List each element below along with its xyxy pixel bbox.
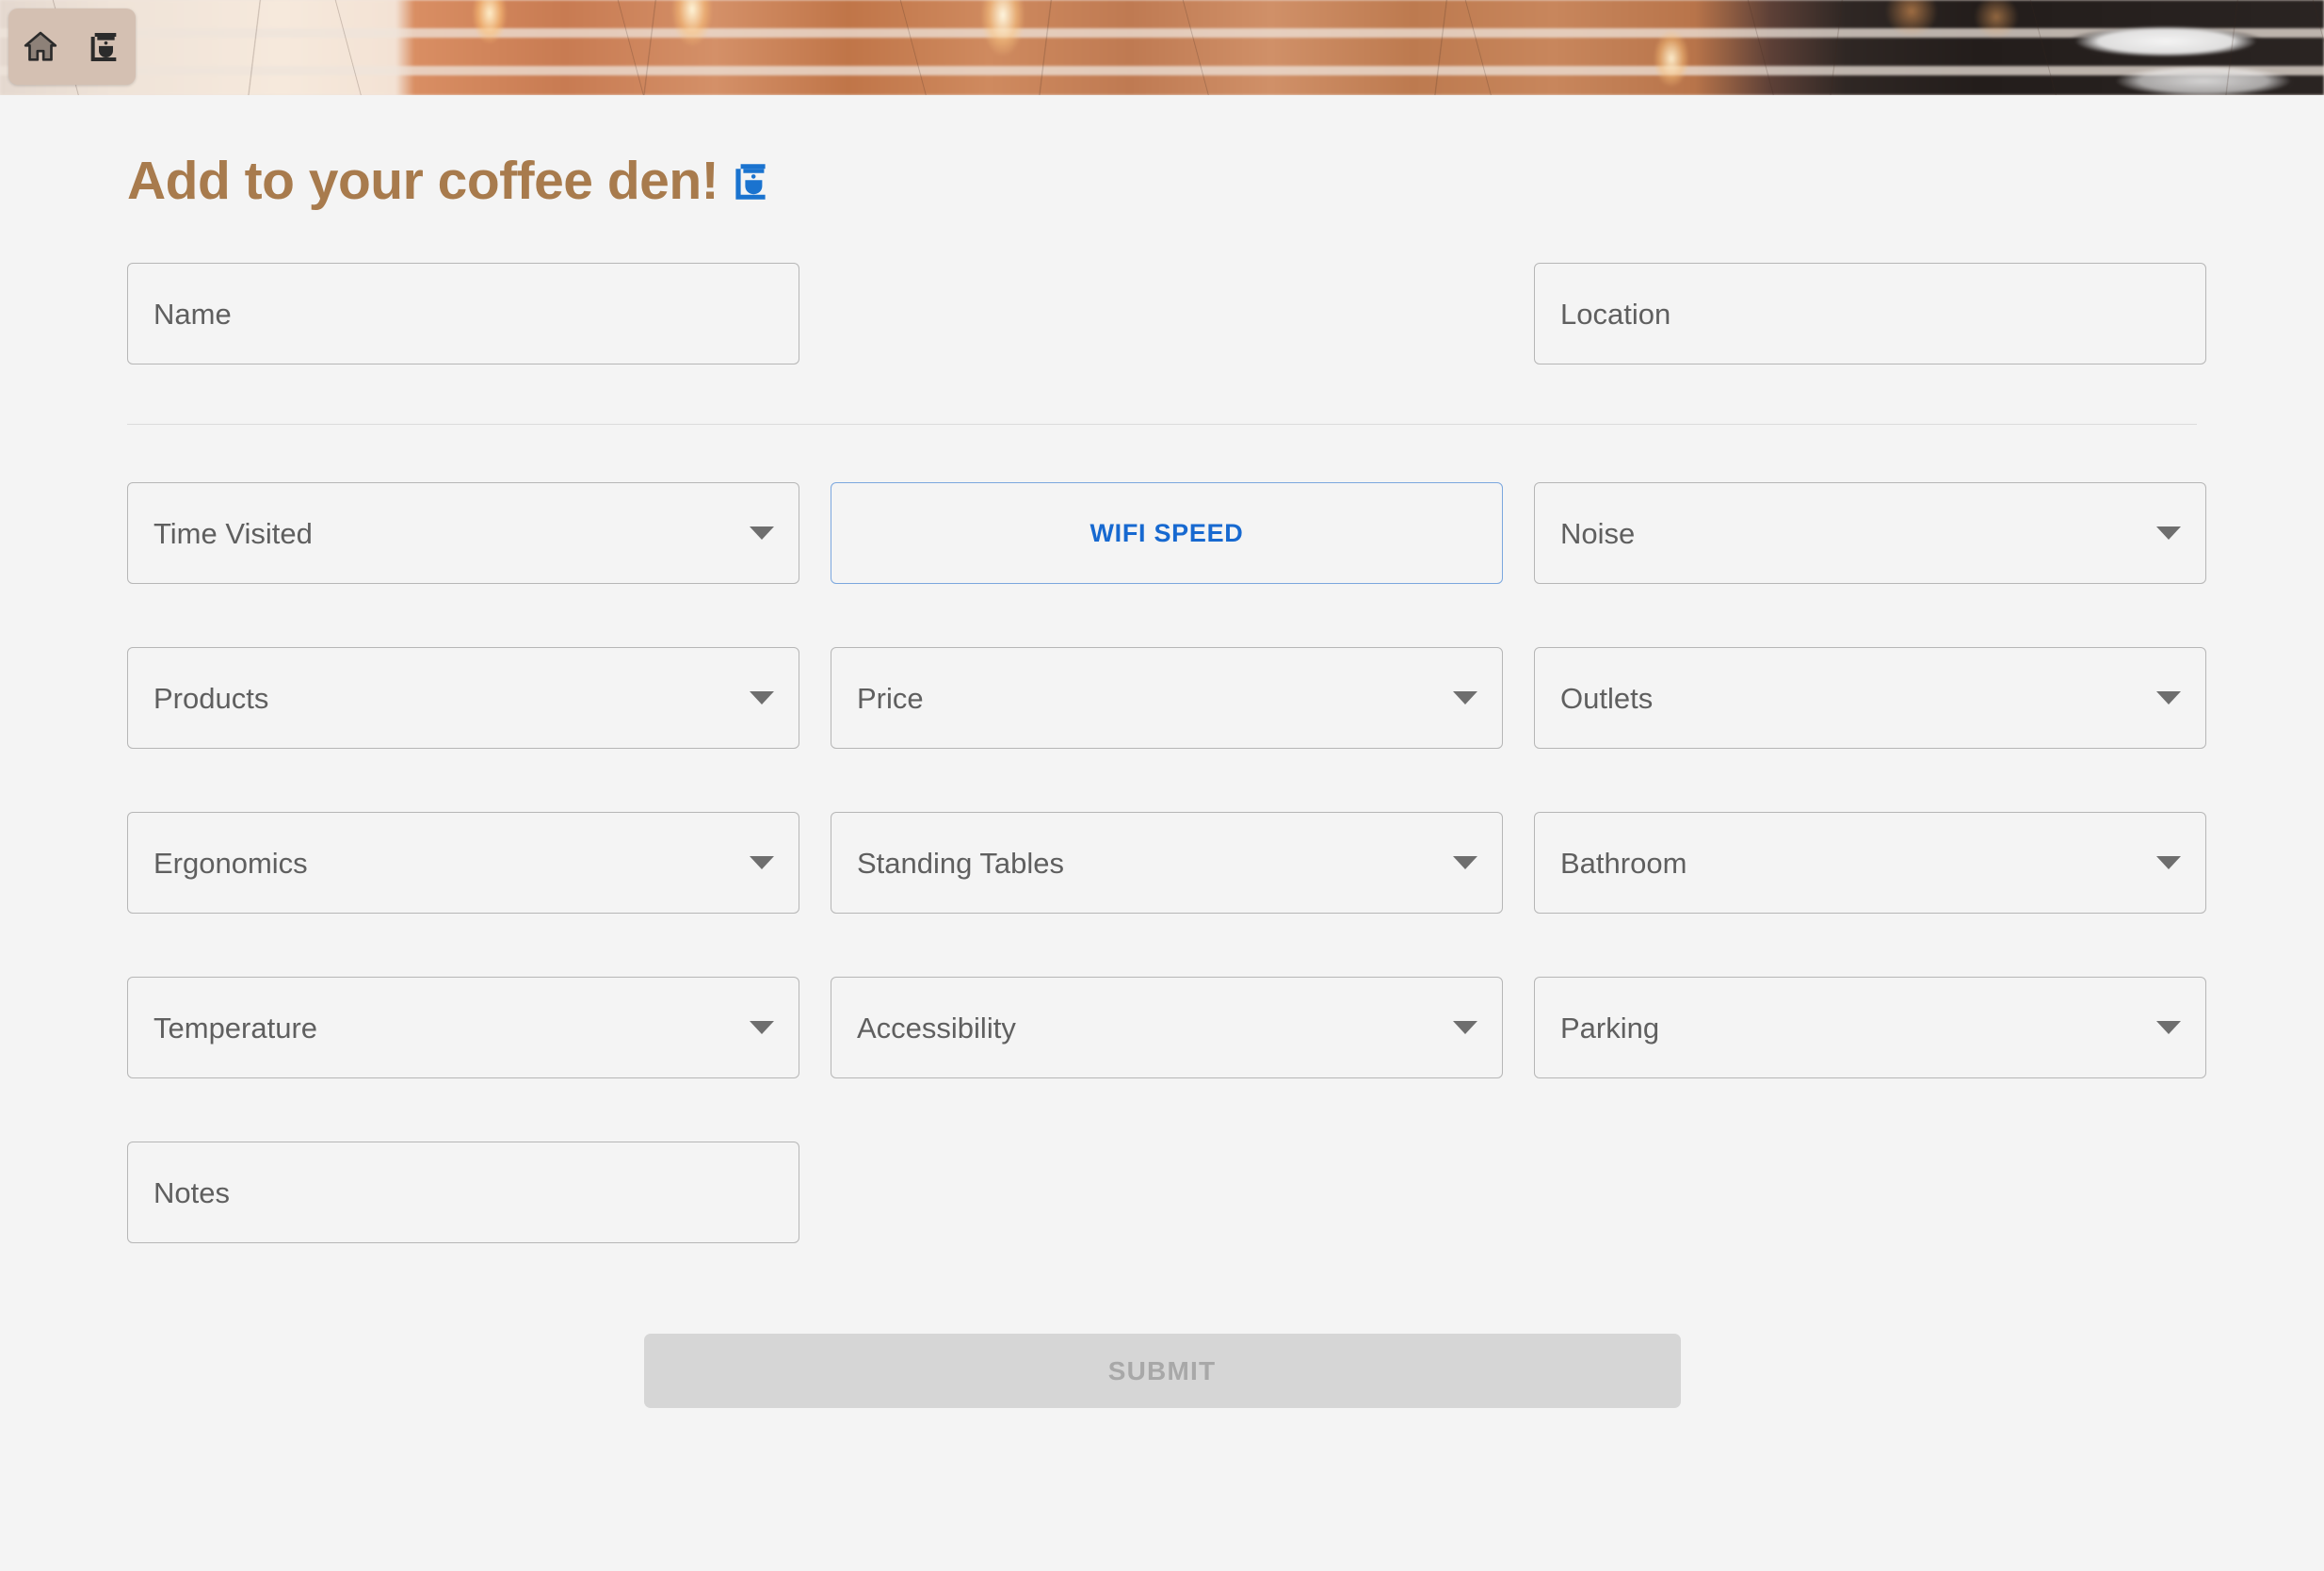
outlets-select[interactable]: Outlets (1534, 647, 2206, 749)
temperature-label: Temperature (153, 1011, 318, 1045)
standing-tables-select[interactable]: Standing Tables (831, 812, 1503, 914)
price-select[interactable]: Price (831, 647, 1503, 749)
attributes-row-3: Ergonomics Standing Tables Bathroom (127, 812, 2206, 914)
row-gap (127, 749, 2197, 812)
wifi-speed-button[interactable]: WIFI SPEED (831, 482, 1503, 584)
submit-button[interactable]: SUBMIT (643, 1334, 1681, 1408)
coffee-maker-icon[interactable] (85, 28, 122, 66)
coffee-shop-form: Name Location Time Visited WIFI SPEED No… (127, 263, 2206, 1408)
parking-wrapper: Parking (1534, 977, 2206, 1078)
bathroom-label: Bathroom (1560, 846, 1687, 880)
notes-input-label: Notes (153, 1175, 230, 1209)
attributes-row-4: Temperature Accessibility Parking (127, 977, 2206, 1078)
coffee-maker-emoji-icon (728, 159, 773, 204)
location-field-wrapper: Location (1534, 263, 2206, 364)
noise-label: Noise (1560, 516, 1636, 550)
identity-row: Name Location (127, 263, 2206, 364)
noise-select[interactable]: Noise (1534, 482, 2206, 584)
standing-tables-wrapper: Standing Tables (831, 812, 1503, 914)
row-gap (127, 584, 2197, 647)
chevron-down-icon (1453, 856, 1477, 869)
row-gap (127, 1078, 2197, 1142)
notes-wrapper: Notes (127, 1142, 799, 1243)
products-label: Products (153, 681, 269, 715)
temperature-select[interactable]: Temperature (127, 977, 799, 1078)
wifi-speed-wrapper: WIFI SPEED (831, 482, 1503, 584)
accessibility-wrapper: Accessibility (831, 977, 1503, 1078)
hero-banner-string-lights (0, 0, 2324, 95)
name-input[interactable]: Name (127, 263, 799, 364)
name-field-wrapper: Name (127, 263, 799, 364)
notes-input[interactable]: Notes (127, 1142, 799, 1243)
ergonomics-select[interactable]: Ergonomics (127, 812, 799, 914)
parking-select[interactable]: Parking (1534, 977, 2206, 1078)
chevron-down-icon (750, 691, 774, 705)
chevron-down-icon (1453, 1021, 1477, 1034)
accessibility-select[interactable]: Accessibility (831, 977, 1503, 1078)
name-input-label: Name (153, 297, 232, 331)
notes-row: Notes (127, 1142, 2197, 1243)
navigation-bar (8, 8, 136, 85)
price-label: Price (857, 681, 924, 715)
chevron-down-icon (2156, 691, 2181, 705)
outlets-wrapper: Outlets (1534, 647, 2206, 749)
chevron-down-icon (2156, 856, 2181, 869)
attributes-row-2: Products Price Outlets (127, 647, 2206, 749)
ergonomics-label: Ergonomics (153, 846, 308, 880)
time-visited-wrapper: Time Visited (127, 482, 799, 584)
page-title-text: Add to your coffee den! (127, 151, 719, 211)
location-input[interactable]: Location (1534, 263, 2206, 364)
hero-banner (0, 0, 2324, 95)
chevron-down-icon (750, 856, 774, 869)
ergonomics-wrapper: Ergonomics (127, 812, 799, 914)
bathroom-select[interactable]: Bathroom (1534, 812, 2206, 914)
chevron-down-icon (2156, 526, 2181, 540)
products-wrapper: Products (127, 647, 799, 749)
accessibility-label: Accessibility (857, 1011, 1016, 1045)
noise-wrapper: Noise (1534, 482, 2206, 584)
time-visited-select[interactable]: Time Visited (127, 482, 799, 584)
page-title: Add to your coffee den! (127, 154, 2324, 208)
outlets-label: Outlets (1560, 681, 1654, 715)
bathroom-wrapper: Bathroom (1534, 812, 2206, 914)
submit-row: SUBMIT (127, 1334, 2197, 1408)
section-divider (127, 424, 2197, 425)
chevron-down-icon (750, 1021, 774, 1034)
attributes-row-1: Time Visited WIFI SPEED Noise (127, 482, 2206, 584)
home-icon[interactable] (22, 28, 59, 66)
chevron-down-icon (2156, 1021, 2181, 1034)
temperature-wrapper: Temperature (127, 977, 799, 1078)
chevron-down-icon (1453, 691, 1477, 705)
wifi-speed-label: WIFI SPEED (1089, 518, 1244, 547)
time-visited-label: Time Visited (153, 516, 313, 550)
standing-tables-label: Standing Tables (857, 846, 1065, 880)
location-input-label: Location (1560, 297, 1671, 331)
page-body: Add to your coffee den! Name Location Ti… (0, 154, 2324, 1408)
chevron-down-icon (750, 526, 774, 540)
price-wrapper: Price (831, 647, 1503, 749)
products-select[interactable]: Products (127, 647, 799, 749)
row-gap (127, 914, 2197, 977)
parking-label: Parking (1560, 1011, 1660, 1045)
